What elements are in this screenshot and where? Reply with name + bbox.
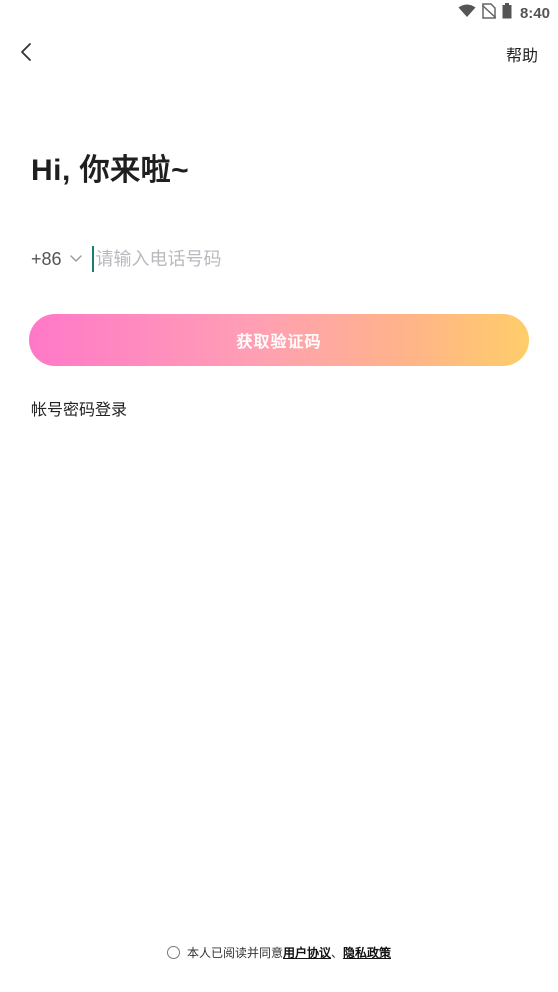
agree-checkbox[interactable]	[166, 946, 180, 959]
privacy-policy-link[interactable]: 隐私政策	[343, 944, 391, 961]
battery-icon	[502, 2, 512, 24]
login-page: 8:40 帮助 Hi, 你来啦~ +86 获取验证码 帐号密码登录 本	[0, 0, 558, 992]
country-code: +86	[31, 248, 62, 269]
country-code-selector[interactable]: +86	[31, 249, 82, 270]
user-agreement-link[interactable]: 用户协议	[283, 944, 331, 961]
wifi-icon	[458, 4, 476, 23]
no-sim-icon	[481, 2, 497, 24]
status-bar: 8:40	[0, 0, 558, 26]
greeting-title: Hi, 你来啦~	[31, 154, 190, 187]
account-password-login-link[interactable]: 帐号密码登录	[31, 396, 127, 420]
phone-number-input[interactable]	[91, 246, 398, 272]
phone-input-row: +86	[31, 242, 528, 276]
help-link[interactable]: 帮助	[506, 42, 538, 66]
agreement-prefix: 本人已阅读并同意	[186, 946, 283, 960]
status-icons: 8:40	[458, 2, 550, 24]
status-time: 8:40	[519, 4, 550, 22]
agreement-separator: 、	[331, 946, 344, 960]
chevron-left-icon	[20, 42, 32, 67]
back-button[interactable]	[10, 38, 42, 70]
agreement-row: 本人已阅读并同意 用户协议 、 隐私政策	[0, 944, 558, 961]
chevron-down-icon	[69, 250, 82, 268]
get-verification-code-button[interactable]: 获取验证码	[29, 314, 529, 366]
